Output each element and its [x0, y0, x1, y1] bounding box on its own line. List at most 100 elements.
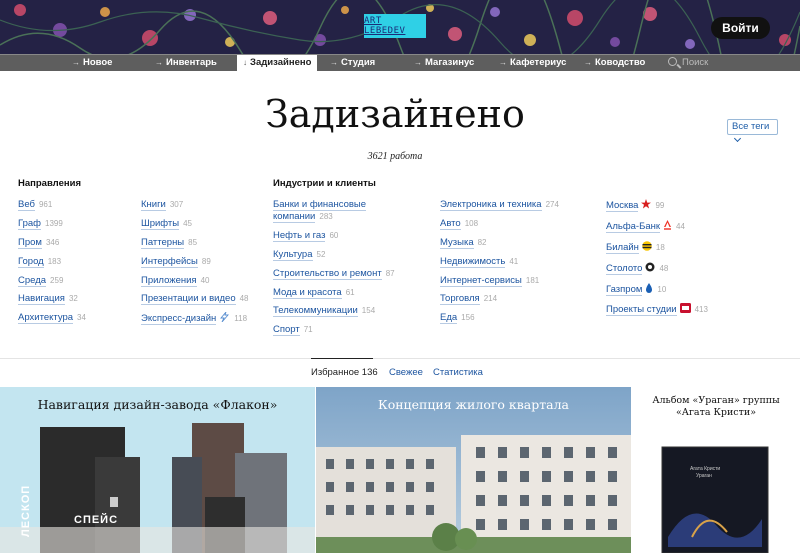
client-gazprom[interactable]: Газпром 10 [606, 282, 708, 297]
chevron-down-icon [733, 134, 742, 143]
category-sport[interactable]: Спорт 71 [273, 324, 395, 337]
category-books[interactable]: Книги 307 [141, 199, 249, 211]
all-tags-dropdown[interactable]: Все теги [727, 119, 778, 143]
category-count: 181 [525, 275, 540, 285]
category-oil-gas[interactable]: Нефть и газ 60 [273, 229, 395, 242]
category-label: Мода и красота [273, 286, 342, 299]
client-stoloto[interactable]: Столото 48 [606, 262, 708, 276]
directions-heading: Направления [18, 178, 81, 189]
category-fashion[interactable]: Мода и красота 61 [273, 286, 395, 299]
category-fonts[interactable]: Шрифты 45 [141, 217, 249, 230]
category-trade[interactable]: Торговля 214 [440, 293, 559, 306]
industries-heading: Индустрии и клиенты [273, 178, 376, 189]
arrow-right-icon: → [499, 58, 507, 67]
client-studio-projects[interactable]: Проекты студии 413 [606, 303, 708, 317]
category-environment[interactable]: Среда 259 [18, 274, 86, 287]
album-name: Ураган [696, 473, 712, 479]
category-architecture[interactable]: Архитектура 34 [18, 312, 86, 325]
category-industrial[interactable]: Пром 346 [18, 236, 86, 249]
category-graph[interactable]: Граф 1399 [18, 217, 86, 230]
tab-fresh[interactable]: Свежее [389, 367, 423, 378]
login-button[interactable]: Войти [711, 17, 770, 39]
category-culture[interactable]: Культура 52 [273, 248, 395, 261]
category-auto[interactable]: Авто 108 [440, 217, 559, 230]
lightning-icon [219, 312, 230, 326]
category-count: 48 [239, 294, 249, 304]
category-internet-services[interactable]: Интернет-сервисы 181 [440, 274, 559, 287]
arrow-down-icon: ↓ [243, 58, 247, 67]
category-express-design[interactable]: Экспресс-дизайн 118 [141, 312, 249, 326]
category-realty[interactable]: Недвижимость 41 [440, 255, 559, 268]
category-label: Пром [18, 236, 42, 249]
category-banks[interactable]: Банки и финансовые компании 283 [273, 199, 385, 223]
category-label: Электроника и техника [440, 199, 542, 211]
nav-item-label: Кафетериус [510, 57, 567, 68]
category-interfaces[interactable]: Интерфейсы 89 [141, 255, 249, 268]
tab-favorites[interactable]: Избранное 136 [311, 367, 378, 378]
category-count: 154 [361, 306, 376, 316]
search-placeholder: Поиск [682, 57, 709, 68]
category-city[interactable]: Город 183 [18, 255, 86, 268]
work-card[interactable]: Концепция жилого квартала [316, 387, 631, 553]
gazprom-icon [645, 282, 653, 297]
card-sign-text: СПЕЙС [74, 514, 119, 526]
category-music[interactable]: Музыка 82 [440, 236, 559, 249]
card-vertical-text: ЛЕСКОП [20, 484, 32, 537]
nav-item-label: Магазинус [425, 57, 475, 68]
arrow-right-icon: → [414, 58, 422, 67]
client-alfa-bank[interactable]: Альфа-Банк 44 [606, 219, 708, 234]
nav-item-guide[interactable]: → Ководство [584, 55, 645, 72]
nav-item-cafe[interactable]: → Кафетериус [499, 55, 566, 72]
search-input[interactable]: Поиск [668, 55, 708, 72]
studio-logo[interactable]: ART LEBEDEV [364, 14, 426, 38]
category-label: Столото [606, 262, 643, 275]
nav-item-new[interactable]: → Новое [72, 55, 112, 72]
nav-item-designed[interactable]: ↓ Задизайнено [237, 55, 318, 72]
category-count: 44 [676, 221, 685, 231]
category-presentations[interactable]: Презентации и видео 48 [141, 293, 249, 306]
card-title: Навигация дизайн-завода «Флакон» [37, 397, 278, 412]
category-patterns[interactable]: Паттерны 85 [141, 236, 249, 249]
category-count: 60 [329, 230, 339, 240]
category-label: Приложения [141, 274, 197, 287]
category-navigation[interactable]: Навигация 32 [18, 293, 86, 306]
nav-item-studio[interactable]: → Студия [330, 55, 375, 72]
category-count: 87 [385, 268, 395, 278]
category-telecom[interactable]: Телекоммуникации 154 [273, 305, 395, 318]
arrow-right-icon: → [330, 58, 338, 67]
category-label: Нефть и газ [273, 229, 326, 242]
category-label: Среда [18, 274, 47, 287]
category-label: Веб [18, 199, 35, 211]
category-label: Газпром [606, 283, 643, 296]
active-tab-indicator [311, 358, 373, 359]
arrow-right-icon: → [584, 58, 592, 67]
category-count: 82 [477, 237, 487, 247]
nav-item-inventory[interactable]: → Инвентарь [155, 55, 217, 72]
category-label: Презентации и видео [141, 293, 236, 306]
client-moscow[interactable]: Москва 99 [606, 199, 708, 213]
page-title: Задизайнено [265, 92, 525, 136]
work-card[interactable]: Навигация дизайн-завода «Флакон» СПЕЙС Л… [0, 387, 315, 553]
directions-col-2: Книги 307 Шрифты 45 Паттерны 85 Интерфейсы 8… [141, 199, 249, 333]
category-web[interactable]: Веб 961 [18, 199, 86, 211]
industries-col-1: Банки и финансовые компании 283 Нефть и г… [273, 199, 395, 343]
header-banner: ART LEBEDEV Войти [0, 0, 800, 54]
nav-item-shop[interactable]: → Магазинус [414, 55, 474, 72]
category-construction[interactable]: Строительство и ремонт 87 [273, 267, 395, 280]
main-nav: → Новое → Инвентарь ↓ Задизайнено → Студия →… [0, 54, 800, 72]
category-food[interactable]: Еда 156 [440, 312, 559, 325]
category-count: 41 [509, 256, 519, 266]
category-apps[interactable]: Приложения 40 [141, 274, 249, 287]
client-beeline[interactable]: Билайн 18 [606, 240, 708, 255]
all-tags-label: Все теги [732, 121, 770, 132]
work-card[interactable]: Альбом «Ураган» группы «Агата Кристи» Аг… [632, 387, 800, 553]
category-count: 89 [201, 256, 211, 266]
category-label: Альфа-Банк [606, 220, 661, 233]
category-label: Граф [18, 217, 41, 230]
tab-statistics[interactable]: Статистика [433, 367, 483, 378]
category-electronics[interactable]: Электроника и техника 274 [440, 199, 559, 211]
category-count: 85 [188, 237, 198, 247]
category-count: 118 [234, 314, 248, 324]
category-label: Москва [606, 200, 639, 212]
category-label: Еда [440, 312, 458, 325]
